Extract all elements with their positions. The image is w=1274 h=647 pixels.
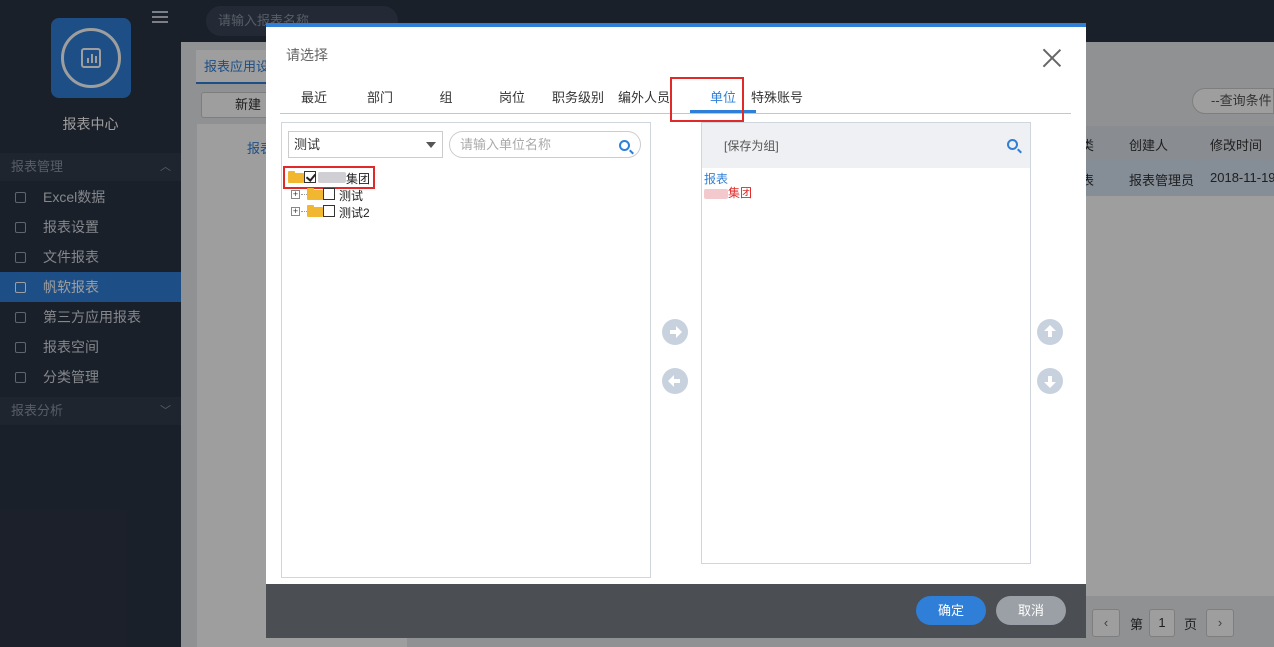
expand-icon[interactable]: + [291,190,300,199]
expand-icon[interactable]: + [291,207,300,216]
move-down-button[interactable] [1037,368,1063,394]
save-as-group-link[interactable]: [保存为组] [724,137,779,154]
dropdown-arrow-icon [426,142,436,148]
search-icon[interactable] [619,140,630,151]
move-right-button[interactable] [662,319,688,345]
selected-item-group[interactable]: 集团 [704,184,752,201]
tree-checkbox[interactable] [304,171,316,183]
tree-node-group[interactable]: 集团 [288,170,373,187]
folder-icon [307,205,323,217]
folder-icon [307,188,323,200]
tab-job-level[interactable]: 职务级别 [550,87,606,113]
tab-department[interactable]: 部门 [360,87,400,113]
search-icon[interactable] [1007,139,1018,150]
tab-post[interactable]: 岗位 [492,87,532,113]
tab-highlight-box [670,77,744,122]
confirm-button[interactable]: 确定 [916,596,986,625]
move-up-button[interactable] [1037,319,1063,345]
org-select[interactable]: 测试 [288,131,443,158]
arrow-left-icon [668,375,680,387]
cancel-button[interactable]: 取消 [996,596,1066,625]
move-left-button[interactable] [662,368,688,394]
selected-panel: [保存为组] 报表 集团 [701,122,1031,564]
tab-group[interactable]: 组 [426,87,466,113]
select-dialog: 请选择 最近 部门 组 岗位 职务级别 编外人员 单位 特殊账号 测试 请输入单… [266,23,1086,638]
arrow-up-icon [1044,325,1056,337]
tree-node-test[interactable]: + 测试 [291,187,391,204]
tree-node-test2[interactable]: + 测试2 [291,204,391,221]
tab-recent[interactable]: 最近 [294,87,334,113]
arrow-down-icon [1044,376,1056,388]
selected-panel-header: [保存为组] [702,123,1030,168]
tree-checkbox[interactable] [323,205,335,217]
tab-external-staff[interactable]: 编外人员 [616,87,672,113]
arrow-right-icon [670,326,682,338]
tree-checkbox[interactable] [323,188,335,200]
close-icon[interactable] [1042,48,1062,68]
dialog-title: 请选择 [286,47,328,63]
unit-search-input[interactable]: 请输入单位名称 [449,131,641,158]
unit-tree-panel: 测试 请输入单位名称 集团 + 测试 + 测试2 [281,122,651,578]
folder-open-icon [288,171,304,183]
dialog-footer: 确定 取消 [266,584,1086,638]
